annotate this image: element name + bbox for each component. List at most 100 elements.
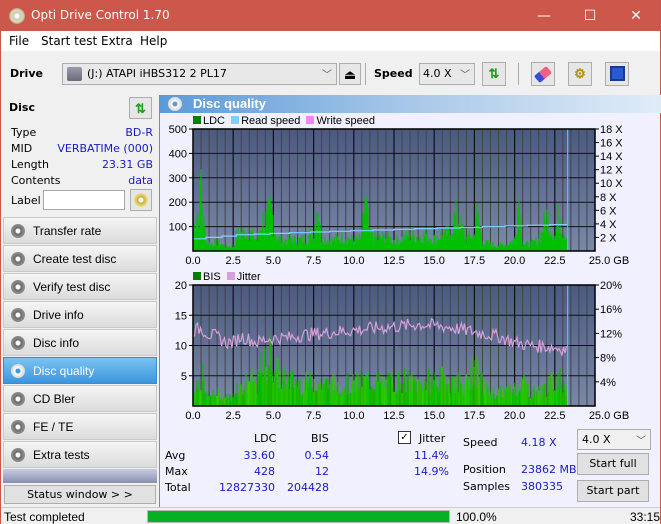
panel-header: Disc quality [160, 95, 661, 113]
nav-create-test-disc[interactable]: Create test disc [3, 245, 157, 272]
chevron-down-icon: ﹀ [322, 70, 332, 81]
avg-ldc: 33.60 [243, 449, 276, 462]
test-speed-select[interactable]: 4.0 X ﹀ [577, 429, 651, 450]
progress-fill [148, 511, 449, 522]
settings-icon: ⚙ [574, 66, 586, 81]
nav-label: CD Bler [33, 392, 76, 406]
y2-tick-label: 12% [600, 328, 622, 340]
eraser-icon [533, 65, 553, 84]
save-icon [609, 66, 625, 81]
total-bis: 204428 [287, 481, 329, 494]
left-panel: Disc ⇅ Type BD-R MID VERBATIMe (000) Lengt… [1, 95, 158, 507]
y2-tick-label: 14 X [600, 151, 623, 163]
start-full-button[interactable]: Start full [577, 453, 649, 475]
nav-transfer-rate[interactable]: Transfer rate [3, 217, 157, 244]
nav-cd-bler[interactable]: CD Bler [3, 385, 157, 412]
menu-file[interactable]: File [9, 34, 29, 48]
menu-extra[interactable]: Extra [101, 34, 133, 48]
nav-label: Disc quality [33, 364, 95, 378]
drive-info-icon [11, 308, 25, 322]
disc-contents-value: data [128, 174, 153, 187]
x-tick-label: 22.5 [544, 410, 565, 422]
nav-label: FE / TE [33, 420, 74, 434]
create-disc-icon [11, 252, 25, 266]
nav-label: Transfer rate [33, 224, 102, 238]
avg-jitter: 11.4% [414, 449, 449, 462]
status-window-button[interactable]: Status window > > [4, 485, 156, 504]
settings-button[interactable]: ⚙ [568, 62, 592, 86]
nav-disc-info[interactable]: Disc info [3, 329, 157, 356]
save-button[interactable] [605, 62, 629, 86]
speed-info-value: 4.18 X [521, 436, 557, 449]
progress-bar [147, 510, 450, 523]
nav-extra-tests[interactable]: Extra tests [3, 441, 157, 468]
speed-select[interactable]: 4.0 X ﹀ [419, 63, 475, 85]
field-key: MID [11, 142, 33, 155]
disc-quality-panel: Disc quality LDC Read speed Write speed … [159, 95, 661, 507]
menu-start-test[interactable]: Start test [41, 34, 97, 48]
erase-button[interactable] [531, 62, 555, 86]
nav-label: Create test disc [33, 252, 117, 266]
x-tick-label: 25.0 GB [589, 410, 629, 422]
x-tick-label: 5.0 [266, 410, 281, 422]
disc-label-button[interactable] [130, 189, 152, 211]
y2-tick-label: 8% [600, 353, 616, 365]
nav-drive-info[interactable]: Drive info [3, 301, 157, 328]
max-jitter: 14.9% [414, 465, 449, 478]
menu-help[interactable]: Help [140, 34, 167, 48]
nav-disc-quality[interactable]: Disc quality [3, 357, 157, 384]
disc-icon [134, 193, 148, 207]
y2-tick-label: 8 X [600, 192, 617, 204]
start-part-button[interactable]: Start part [577, 480, 649, 502]
maximize-button[interactable]: ☐ [567, 1, 613, 31]
disc-label-input[interactable] [43, 190, 125, 210]
app-disc-icon [9, 8, 25, 24]
y-tick-label: 5 [181, 371, 187, 383]
nav-label: Disc info [33, 336, 80, 350]
total-label: Total [165, 481, 191, 494]
panel-title: Disc quality [193, 96, 266, 111]
samples-label: Samples [463, 480, 510, 493]
nav-fe-te[interactable]: FE / TE [3, 413, 157, 440]
eject-button[interactable]: ⏏ [339, 63, 361, 85]
x-tick-label: 17.5 [464, 255, 485, 265]
nav-verify-test-disc[interactable]: Verify test disc [3, 273, 157, 300]
jitter-checkbox[interactable]: ✓ [398, 431, 411, 444]
verify-disc-icon [11, 280, 25, 294]
max-bis: 12 [315, 465, 329, 478]
nav-label: Drive info [33, 308, 84, 322]
speed-info-label: Speed [463, 436, 498, 449]
drive-icon [67, 67, 82, 81]
close-button[interactable]: ✕ [613, 1, 659, 31]
refresh-button[interactable]: ⇅ [482, 62, 506, 86]
transfer-rate-icon [11, 224, 25, 238]
stats-table: LDC BIS Avg 33.60 0.54 Max 428 12 Total … [160, 429, 450, 499]
ldc-swatch [193, 116, 201, 124]
menu-bar: File Start test Extra Help [1, 31, 660, 51]
position-value: 23862 MB [521, 463, 577, 476]
status-bar: Test completed 100.0% 33:15 [1, 507, 660, 524]
x-tick-label: 12.5 [383, 255, 404, 265]
disc-refresh-button[interactable]: ⇅ [129, 97, 152, 119]
x-tick-label: 5.0 [266, 255, 281, 265]
y2-tick-label: 16 X [600, 138, 623, 150]
y2-tick-label: 4% [600, 377, 616, 389]
x-tick-label: 7.5 [306, 255, 321, 265]
y2-tick-label: 12 X [600, 165, 623, 177]
read-speed-swatch [231, 116, 240, 124]
y2-tick-label: 6 X [600, 205, 617, 217]
x-tick-label: 12.5 [383, 410, 404, 422]
y-tick-label: 15 [175, 310, 187, 322]
y-tick-label: 200 [169, 197, 187, 209]
minimize-button[interactable]: — [521, 1, 567, 31]
cd-bler-icon [11, 392, 25, 406]
ldc-header: LDC [254, 432, 277, 445]
position-label: Position [463, 463, 506, 476]
elapsed-time: 33:15 [630, 510, 661, 524]
test-speed-value: 4.0 X [582, 433, 611, 446]
drive-select[interactable]: (J:) ATAPI iHBS312 2 PL17 ﹀ [62, 63, 337, 85]
samples-value: 380335 [521, 480, 563, 493]
avg-label: Avg [165, 449, 186, 462]
total-ldc: 12827330 [219, 481, 275, 494]
y2-tick-label: 16% [600, 304, 622, 316]
